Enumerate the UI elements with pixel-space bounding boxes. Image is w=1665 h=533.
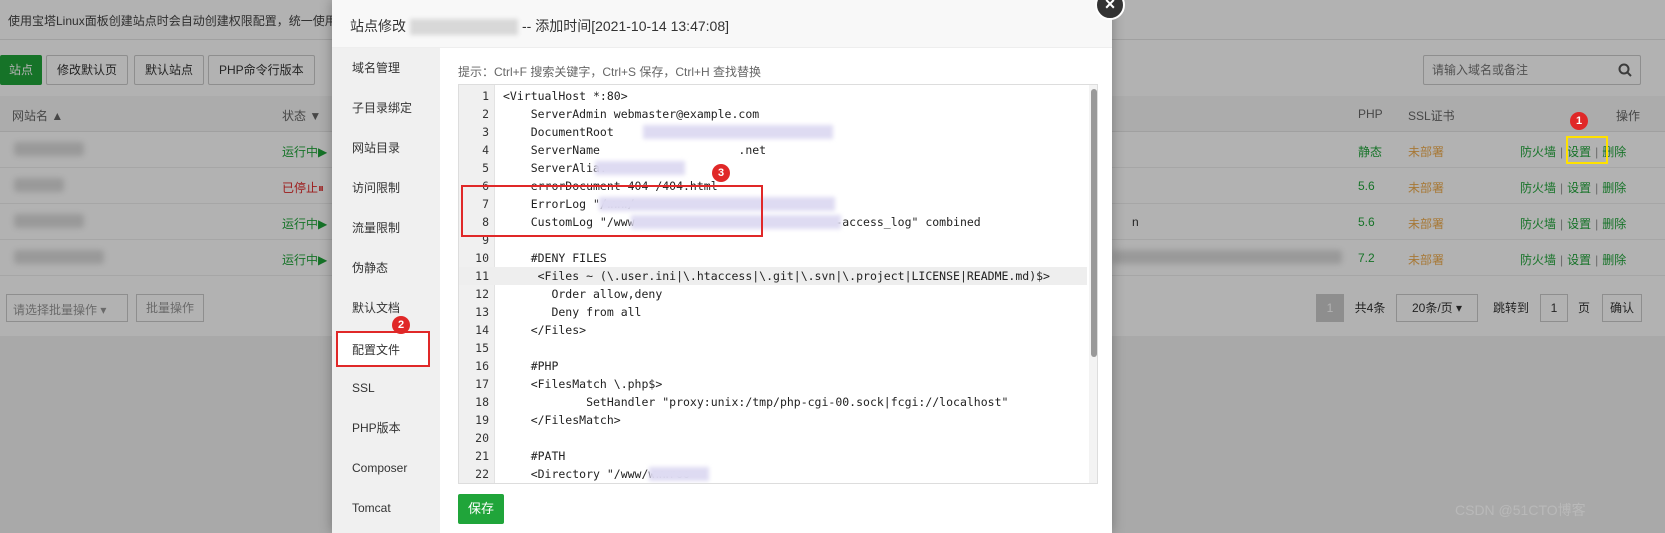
line-number: 2	[482, 107, 489, 121]
code-line[interactable]: 3 DocumentRoot	[459, 123, 1087, 141]
sidebar-item-site-directory[interactable]: 网站目录	[332, 128, 440, 168]
code-line[interactable]: 13 Deny from all	[459, 303, 1087, 321]
dialog-title-prefix: 站点修改	[350, 18, 406, 34]
sidebar-item-subdir-binding[interactable]: 子目录绑定	[332, 88, 440, 128]
line-number: 17	[475, 377, 489, 391]
line-number: 19	[475, 413, 489, 427]
dialog-title: 站点修改 -- 添加时间[2021-10-14 13:47:08]	[332, 0, 1112, 48]
code-line[interactable]: 5 ServerAlia.	[459, 159, 1087, 177]
code-text: ServerAdmin webmaster@example.com	[503, 107, 760, 121]
line-number: 22	[475, 467, 489, 481]
line-number: 21	[475, 449, 489, 463]
code-text: <VirtualHost *:80>	[503, 89, 628, 103]
editor-scrollbar[interactable]	[1089, 85, 1097, 483]
scrollbar-thumb[interactable]	[1091, 89, 1097, 357]
code-text: </FilesMatch>	[503, 413, 621, 427]
highlight-settings-box	[1566, 136, 1608, 164]
line-number: 14	[475, 323, 489, 337]
config-file-panel: 提示：Ctrl+F 搜索关键字，Ctrl+S 保存，Ctrl+H 查找替换 1 <…	[440, 48, 1112, 533]
watermark-text: CSDN @51CTO博客	[1455, 502, 1586, 518]
code-line[interactable]: 10 #DENY FILES	[459, 249, 1087, 267]
line-number: 10	[475, 251, 489, 265]
annotation-highlight-box	[461, 185, 763, 237]
code-line[interactable]: 18 SetHandler "proxy:unix:/tmp/php-cgi-0…	[459, 393, 1087, 411]
code-text: <FilesMatch \.php$>	[503, 377, 663, 391]
line-number: 12	[475, 287, 489, 301]
editor-hint: 提示：Ctrl+F 搜索关键字，Ctrl+S 保存，Ctrl+H 查找替换	[458, 65, 762, 79]
code-text: ServerName .net	[503, 143, 767, 157]
sidebar-item-tomcat[interactable]: Tomcat	[332, 488, 440, 528]
sidebar-item-default-doc[interactable]: 默认文档	[332, 288, 440, 328]
annotation-badge-1: 1	[1570, 112, 1588, 130]
redacted-path	[595, 161, 685, 175]
line-number: 15	[475, 341, 489, 355]
line-number: 20	[475, 431, 489, 445]
redacted-path	[649, 467, 709, 481]
sidebar-item-php-version[interactable]: PHP版本	[332, 408, 440, 448]
code-line[interactable]: 22 <Directory "/www/wwwroo	[459, 465, 1087, 483]
line-number: 3	[482, 125, 489, 139]
code-text: #PHP	[503, 359, 559, 373]
line-number: 4	[482, 143, 489, 157]
line-number: 13	[475, 305, 489, 319]
code-line[interactable]: 11 <Files ~ (\.user.ini|\.htaccess|\.git…	[459, 267, 1087, 285]
code-line[interactable]: 20	[459, 429, 1087, 447]
sidebar-item-ssl[interactable]: SSL	[332, 368, 440, 408]
dialog-title-suffix: -- 添加时间[2021-10-14 13:47:08]	[522, 18, 729, 34]
sidebar-item-access-limit[interactable]: 访问限制	[332, 168, 440, 208]
code-line[interactable]: 4 ServerName .net	[459, 141, 1087, 159]
code-text: Deny from all	[503, 305, 642, 319]
redacted-path	[643, 125, 833, 139]
line-number: 16	[475, 359, 489, 373]
annotation-badge-2: 2	[392, 316, 410, 334]
code-line[interactable]: 17 <FilesMatch \.php$>	[459, 375, 1087, 393]
line-number: 11	[475, 269, 489, 283]
code-text: ServerAlia.	[503, 161, 607, 175]
code-line[interactable]: 2 ServerAdmin webmaster@example.com	[459, 105, 1087, 123]
code-text: #DENY FILES	[503, 251, 607, 265]
save-button[interactable]: 保存	[458, 494, 504, 524]
code-line[interactable]: 19 </FilesMatch>	[459, 411, 1087, 429]
sidebar-item-composer[interactable]: Composer	[332, 448, 440, 488]
config-code-editor[interactable]: 1 <VirtualHost *:80> 2 ServerAdmin webmast…	[458, 84, 1098, 484]
line-number: 18	[475, 395, 489, 409]
site-edit-dialog: 站点修改 -- 添加时间[2021-10-14 13:47:08] 域名管理 子目…	[332, 0, 1112, 533]
code-line[interactable]: 16 #PHP	[459, 357, 1087, 375]
code-text: DocumentRoot	[503, 125, 614, 139]
code-line[interactable]: 15	[459, 339, 1087, 357]
code-text: Order allow,deny	[503, 287, 663, 301]
code-text: SetHandler "proxy:unix:/tmp/php-cgi-00.s…	[503, 395, 1009, 409]
annotation-badge-3: 3	[712, 164, 730, 182]
code-text: </Files>	[503, 323, 587, 337]
code-line[interactable]: 14 </Files>	[459, 321, 1087, 339]
dialog-sidebar: 域名管理 子目录绑定 网站目录 访问限制 流量限制 伪静态 默认文档 配置文件 …	[332, 48, 440, 533]
sidebar-item-traffic-limit[interactable]: 流量限制	[332, 208, 440, 248]
line-number: 1	[482, 89, 489, 103]
sidebar-item-config-file[interactable]: 配置文件	[336, 331, 430, 367]
code-text: #PATH	[503, 449, 566, 463]
redacted-domain	[410, 19, 518, 36]
sidebar-item-rewrite[interactable]: 伪静态	[332, 248, 440, 288]
code-text: <Files ~ (\.user.ini|\.htaccess|\.git|\.…	[503, 269, 1050, 283]
sidebar-item-domain[interactable]: 域名管理	[332, 48, 440, 88]
code-line[interactable]: 12 Order allow,deny	[459, 285, 1087, 303]
code-line[interactable]: 21 #PATH	[459, 447, 1087, 465]
code-line[interactable]: 1 <VirtualHost *:80>	[459, 87, 1087, 105]
line-number: 5	[482, 161, 489, 175]
